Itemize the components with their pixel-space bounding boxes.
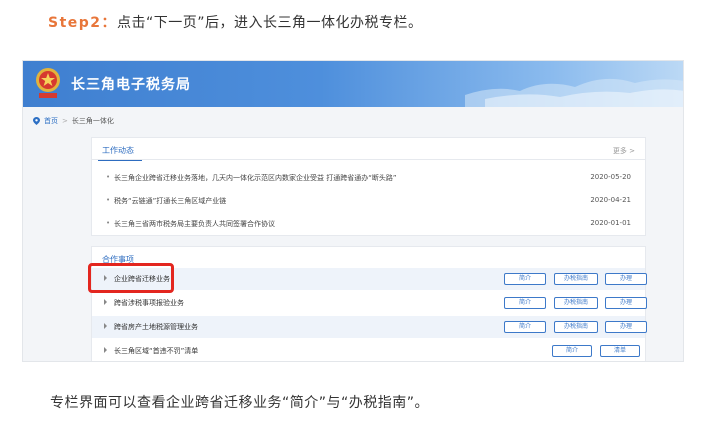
news-item-date: 2020-01-01 <box>590 219 631 227</box>
breadcrumb-home-link[interactable]: 首页 <box>44 116 58 126</box>
news-item-title[interactable]: 税务“云链通”打通长三角区域产业链 <box>114 197 226 205</box>
news-item-date: 2020-05-20 <box>590 173 631 181</box>
handle-button[interactable]: 办理 <box>605 321 647 333</box>
news-more-link[interactable]: 更多 > <box>613 146 635 156</box>
caption-text: 专栏界面可以查看企业跨省迁移业务“简介”与“办税指南”。 <box>50 395 430 411</box>
location-pin-icon <box>33 117 40 125</box>
breadcrumb: 首页 > 长三角一体化 <box>33 116 114 126</box>
news-panel: 工作动态 更多 > • 长三角企业跨省迁移业务落地，几天内一体化示范区内数家企业… <box>91 137 646 236</box>
highlight-box <box>88 263 174 293</box>
great-wall-decoration <box>465 78 683 107</box>
news-item[interactable]: • 税务“云链通”打通长三角区域产业链 2020-04-21 <box>106 196 631 208</box>
business-row[interactable]: 长三角区域“首违不罚”清单 简介 清单 <box>92 340 645 361</box>
business-row[interactable]: 跨省涉税事项报验业务 简介 办税指南 办理 <box>92 292 647 314</box>
bullet-icon: • <box>106 173 111 181</box>
site-header: 长三角电子税务局 <box>23 61 683 107</box>
guide-button[interactable]: 办税指南 <box>554 273 598 285</box>
news-item[interactable]: • 长三角三省两市税务局主要负责人共同签署合作协议 2020-01-01 <box>106 219 631 231</box>
news-item-title[interactable]: 长三角三省两市税务局主要负责人共同签署合作协议 <box>114 220 275 228</box>
caret-right-icon <box>104 323 107 329</box>
intro-button[interactable]: 简介 <box>504 273 546 285</box>
intro-button[interactable]: 简介 <box>552 345 592 357</box>
caret-right-icon <box>104 299 107 305</box>
step-label: Step2： <box>48 15 118 31</box>
step-instruction: Step2：点击“下一页”后，进入长三角一体化办税专栏。 <box>48 12 423 32</box>
caret-right-icon <box>104 347 107 353</box>
news-divider <box>92 159 645 160</box>
screenshot-frame: 长三角电子税务局 首页 > 长三角一体化 工作动态 更多 > • 长三角企业跨省… <box>22 60 684 362</box>
intro-button[interactable]: 简介 <box>504 321 546 333</box>
handle-button[interactable]: 办理 <box>605 297 647 309</box>
bullet-icon: • <box>106 219 111 227</box>
guide-button[interactable]: 办税指南 <box>554 297 598 309</box>
business-item-name[interactable]: 长三角区域“首违不罚”清单 <box>114 346 198 356</box>
handle-button[interactable]: 办理 <box>605 273 647 285</box>
business-row[interactable]: 跨省房产土地税源管理业务 简介 办税指南 办理 <box>92 316 647 338</box>
business-item-name[interactable]: 跨省涉税事项报验业务 <box>114 298 184 308</box>
breadcrumb-current: 长三角一体化 <box>71 117 114 125</box>
site-title: 长三角电子税务局 <box>71 77 191 93</box>
news-item-title[interactable]: 长三角企业跨省迁移业务落地，几天内一体化示范区内数家企业受益 打通跨省通办“断头… <box>114 174 396 182</box>
business-item-name[interactable]: 跨省房产土地税源管理业务 <box>114 322 198 332</box>
intro-button[interactable]: 简介 <box>504 297 546 309</box>
bullet-icon: • <box>106 196 111 204</box>
news-section-title[interactable]: 工作动态 <box>98 145 142 161</box>
news-item-date: 2020-04-21 <box>590 196 631 204</box>
business-panel: 合作事项 企业跨省迁移业务 简介 办税指南 办理 跨省涉税事项报验业务 简介 办… <box>91 246 647 361</box>
breadcrumb-separator: > <box>62 117 68 125</box>
tax-emblem-icon <box>36 68 60 98</box>
business-row[interactable]: 企业跨省迁移业务 简介 办税指南 办理 <box>92 268 647 290</box>
step-text: 点击“下一页”后，进入长三角一体化办税专栏。 <box>117 15 423 31</box>
news-item[interactable]: • 长三角企业跨省迁移业务落地，几天内一体化示范区内数家企业受益 打通跨省通办“… <box>106 173 631 185</box>
list-button[interactable]: 清单 <box>600 345 640 357</box>
guide-button[interactable]: 办税指南 <box>554 321 598 333</box>
